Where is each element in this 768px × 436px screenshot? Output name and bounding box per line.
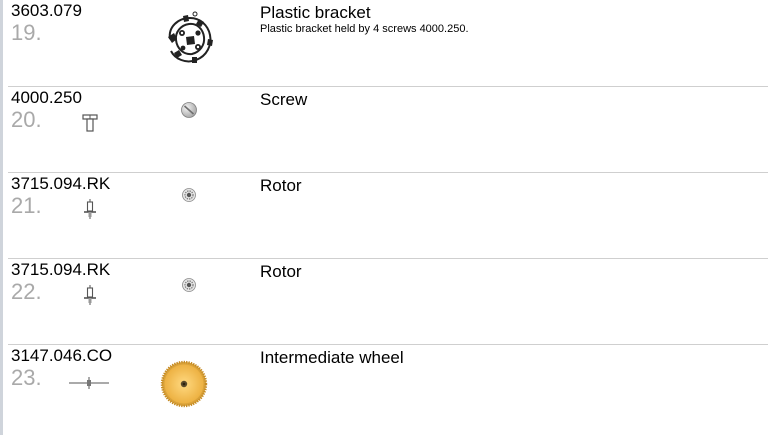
screw-side-icon: [82, 114, 98, 132]
part-number: 3715.094.RK: [11, 174, 111, 193]
part-title: Screw: [260, 90, 308, 109]
screw-head-icon: [181, 102, 197, 118]
part-title: Plastic bracket: [260, 3, 371, 22]
part-row-19: 3603.079 19. Plastic bracket Plastic bra…: [8, 0, 768, 86]
part-title: Rotor: [260, 262, 302, 281]
part-row-22: 3715.094.RK 22. Rotor: [8, 258, 768, 345]
page-left-rule: [0, 0, 3, 435]
step-number: 21.: [11, 193, 42, 218]
part-row-20: 4000.250 20. Screw: [8, 86, 768, 173]
step-number: 22.: [11, 279, 42, 304]
part-number: 3603.079: [11, 1, 82, 20]
rotor-side-icon: [84, 199, 96, 219]
step-number: 19.: [11, 20, 42, 45]
part-description: Plastic bracket held by 4 screws 4000.25…: [260, 23, 469, 35]
part-number: 3147.046.CO: [11, 346, 113, 365]
step-number: 23.: [11, 365, 42, 390]
plastic-bracket-icon: [168, 11, 213, 63]
rotor-top-icon: [182, 278, 196, 292]
rotor-top-icon: [182, 188, 196, 202]
intermediate-wheel-side-icon: [69, 377, 109, 389]
step-number: 20.: [11, 107, 42, 132]
intermediate-wheel-icon: [160, 360, 208, 408]
part-title: Rotor: [260, 176, 302, 195]
part-title: Intermediate wheel: [260, 348, 404, 367]
part-number: 4000.250: [11, 88, 82, 107]
part-number: 3715.094.RK: [11, 260, 111, 279]
part-row-21: 3715.094.RK 21. Rotor: [8, 172, 768, 259]
rotor-side-icon: [84, 285, 96, 305]
part-row-23: 3147.046.CO 23. Intermediate wheel: [8, 344, 768, 436]
